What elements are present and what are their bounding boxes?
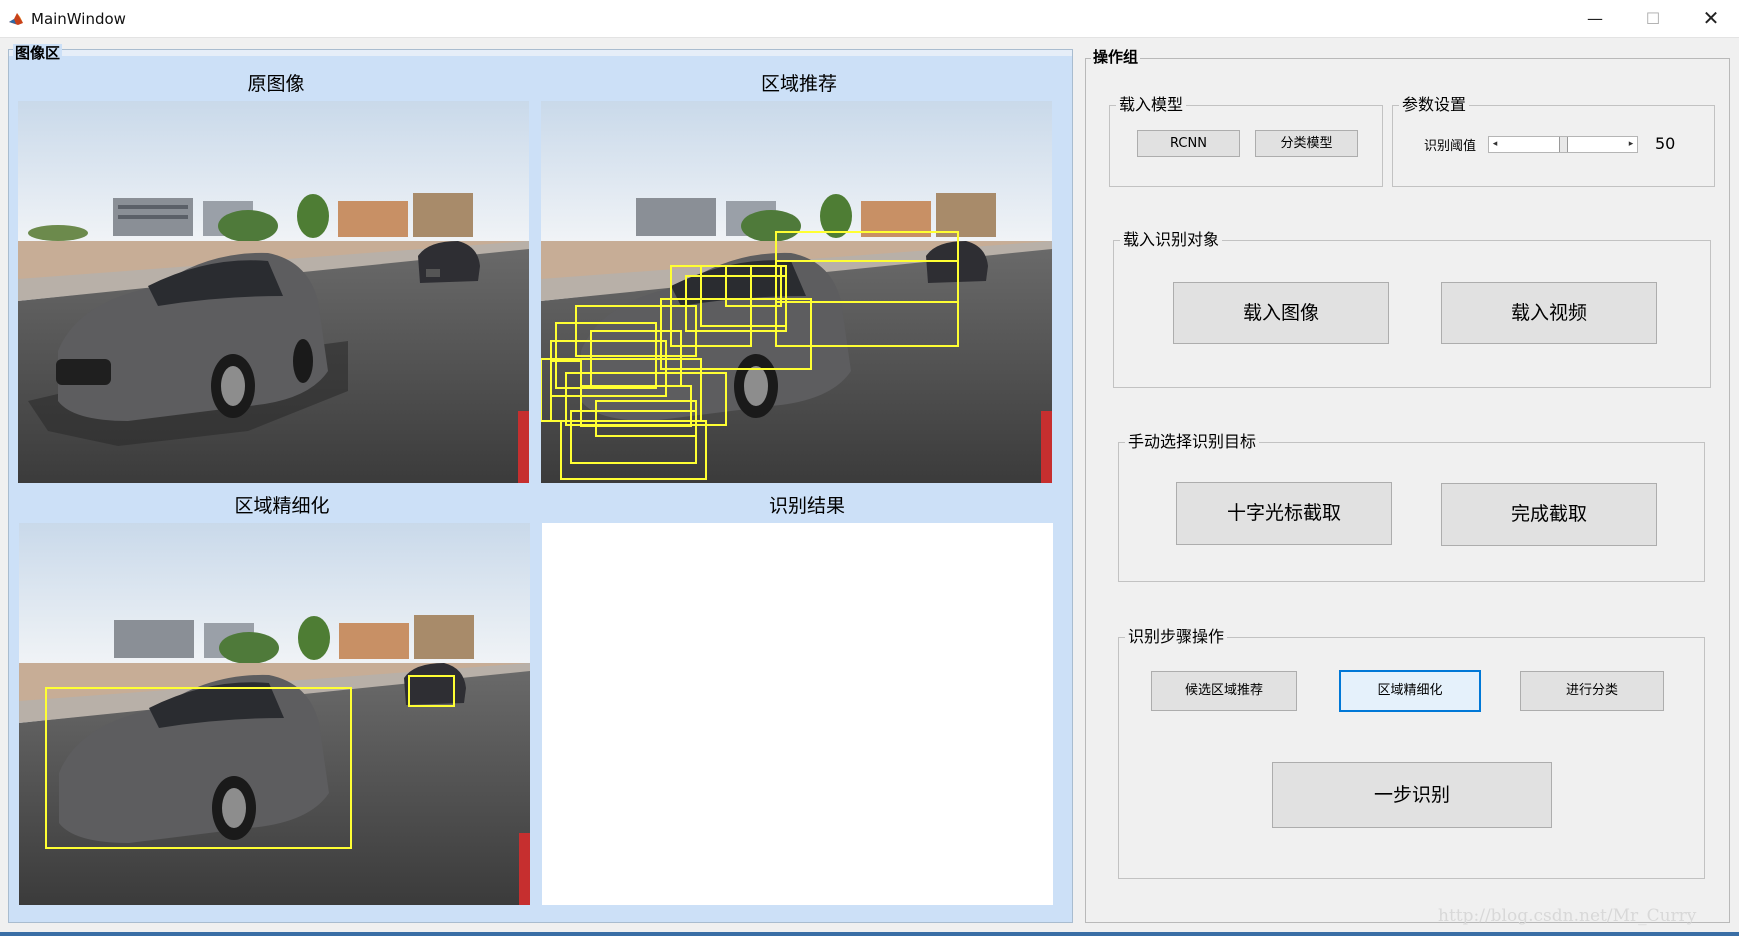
- threshold-slider[interactable]: ◂ ▸: [1488, 136, 1638, 153]
- steps-title: 识别步骤操作: [1125, 627, 1228, 647]
- load-video-button[interactable]: 载入视频: [1441, 282, 1657, 344]
- refined-image: [19, 523, 530, 905]
- params-title: 参数设置: [1399, 95, 1470, 115]
- matlab-icon: [9, 13, 23, 25]
- threshold-label: 识别阈值: [1424, 139, 1477, 154]
- image-area-group: 图像区 原图像 区域推荐 区域精细化 识别结果: [8, 44, 1073, 923]
- minimize-button[interactable]: —: [1566, 0, 1624, 37]
- refine-regions-button[interactable]: 区域精细化: [1339, 670, 1481, 712]
- operation-group-title: 操作组: [1091, 48, 1141, 66]
- proposal-image: [541, 101, 1052, 483]
- refined-image-title: 区域精细化: [234, 495, 330, 517]
- slider-left-arrow-icon[interactable]: ◂: [1489, 137, 1501, 152]
- one-step-recognize-button[interactable]: 一步识别: [1272, 762, 1552, 828]
- image-area-title: 图像区: [13, 44, 63, 62]
- propose-regions-button[interactable]: 候选区域推荐: [1151, 671, 1297, 711]
- window-bottom-edge: [0, 932, 1739, 936]
- image-area-strip: [9, 50, 1072, 56]
- classify-model-button[interactable]: 分类模型: [1255, 130, 1358, 157]
- close-button[interactable]: ✕: [1682, 0, 1739, 37]
- rcnn-button[interactable]: RCNN: [1137, 130, 1240, 157]
- watermark: http://blog.csdn.net/Mr_Curry: [1438, 906, 1697, 926]
- load-target-title: 载入识别对象: [1120, 230, 1223, 250]
- original-image-title: 原图像: [247, 73, 305, 95]
- slider-thumb[interactable]: [1558, 137, 1568, 152]
- result-image-title: 识别结果: [768, 495, 845, 517]
- result-image: [542, 523, 1053, 905]
- proposal-image-title: 区域推荐: [760, 73, 837, 95]
- original-image: [18, 101, 529, 483]
- crosshair-capture-button[interactable]: 十字光标截取: [1176, 482, 1392, 545]
- window-title: MainWindow: [31, 10, 126, 28]
- load-image-button[interactable]: 载入图像: [1173, 282, 1389, 344]
- maximize-button[interactable]: ☐: [1624, 0, 1682, 37]
- manual-select-title: 手动选择识别目标: [1125, 432, 1260, 452]
- finish-capture-button[interactable]: 完成截取: [1441, 483, 1657, 546]
- load-model-title: 载入模型: [1116, 95, 1187, 115]
- title-bar: MainWindow — ☐ ✕: [0, 0, 1739, 38]
- classify-button[interactable]: 进行分类: [1520, 671, 1664, 711]
- threshold-value: 50: [1655, 134, 1676, 153]
- slider-right-arrow-icon[interactable]: ▸: [1625, 137, 1637, 152]
